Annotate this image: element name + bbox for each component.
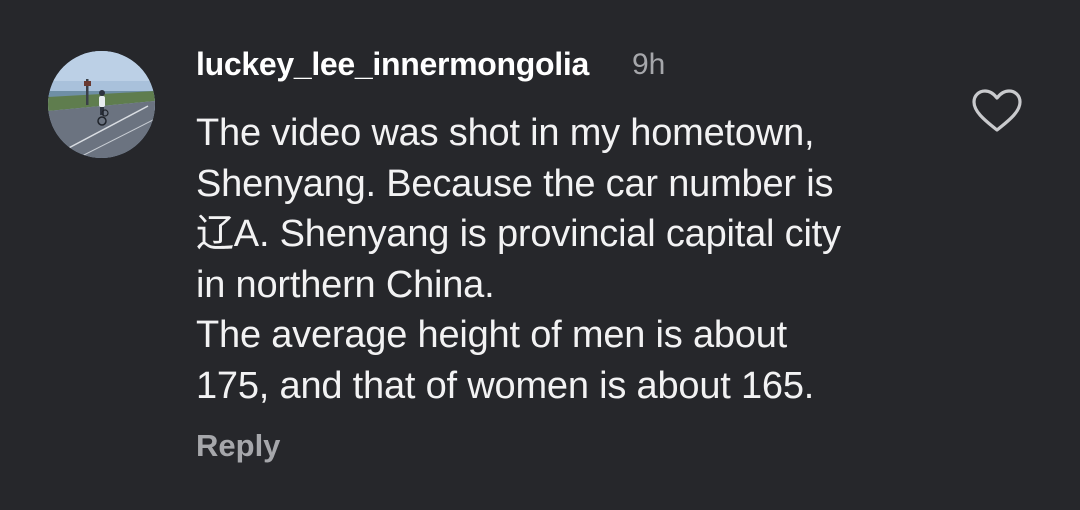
comment-item: luckey_lee_innermongolia 9h The video wa…: [0, 0, 1080, 510]
comment-author[interactable]: luckey_lee_innermongolia: [196, 46, 589, 83]
heart-outline-icon: [972, 89, 1022, 132]
comment-timestamp: 9h: [632, 48, 666, 81]
like-button[interactable]: [971, 88, 1023, 134]
comment-text: The video was shot in my hometown, Sheny…: [196, 112, 841, 407]
reply-button[interactable]: Reply: [196, 428, 280, 464]
avatar-image: [48, 51, 155, 158]
avatar[interactable]: [48, 51, 155, 158]
